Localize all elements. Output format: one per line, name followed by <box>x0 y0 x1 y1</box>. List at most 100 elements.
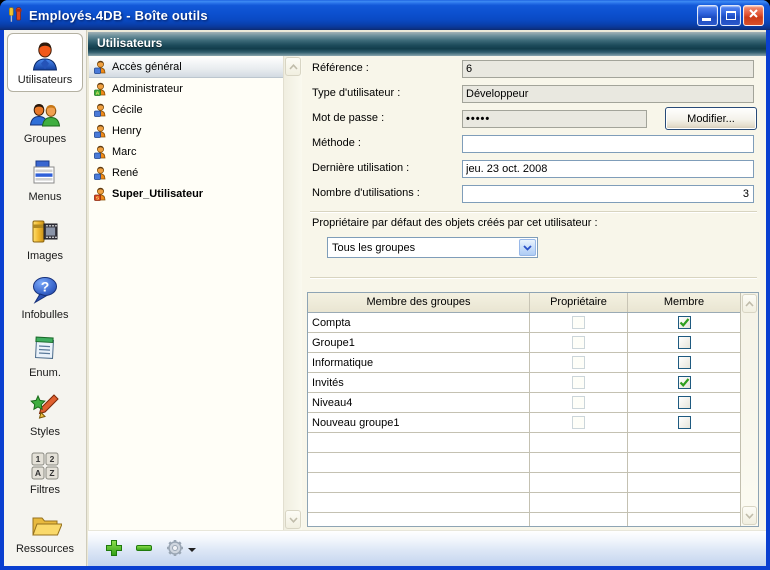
svg-text:A: A <box>96 90 100 95</box>
owner-combobox-value: Tous les groupes <box>328 242 518 254</box>
membre-checkbox[interactable] <box>678 396 691 409</box>
user-list-scrollbar[interactable] <box>283 56 302 530</box>
user-icon <box>94 103 107 117</box>
images-icon <box>28 214 62 250</box>
proprietaire-checkbox[interactable] <box>572 356 585 369</box>
proprietaire-cell <box>530 433 628 452</box>
scroll-up-button[interactable] <box>742 294 757 313</box>
user-list-item-acces-general[interactable]: Accès général <box>89 57 283 78</box>
membre-checkbox[interactable] <box>678 356 691 369</box>
proprietaire-cell <box>530 333 628 352</box>
user-list-item-rene[interactable]: René <box>89 162 283 183</box>
scroll-up-button[interactable] <box>285 57 301 76</box>
groups-table-header: Membre des groupesPropriétaireMembre <box>308 293 740 313</box>
tooltip-icon: ? <box>28 273 62 309</box>
sidebar-item-label: Groupes <box>24 133 66 145</box>
group-row-invites[interactable]: Invités <box>308 373 740 393</box>
svg-text:2: 2 <box>50 454 55 464</box>
group-row-niveau4[interactable]: Niveau4 <box>308 393 740 413</box>
group-row-groupe1[interactable]: Groupe1 <box>308 333 740 353</box>
user-type-input[interactable] <box>462 85 754 103</box>
user-name: René <box>112 167 138 179</box>
groups-icon <box>28 97 62 133</box>
sidebar-item-styles[interactable]: Styles <box>7 384 83 443</box>
modify-password-button[interactable]: Modifier... <box>665 107 757 130</box>
method-input[interactable] <box>462 135 754 153</box>
actions-menu-button[interactable] <box>162 539 198 559</box>
membre-cell <box>628 333 740 352</box>
group-name-cell: Compta <box>308 313 530 332</box>
sidebar-item-label: Menus <box>28 191 61 203</box>
user-name: Marc <box>112 146 136 158</box>
group-row-informatique[interactable]: Informatique <box>308 353 740 373</box>
user-name: Accès général <box>112 61 182 73</box>
maximize-button[interactable] <box>720 5 741 26</box>
password-input[interactable] <box>462 110 647 128</box>
membre-cell <box>628 453 740 472</box>
group-row-nouveau-groupe1[interactable]: Nouveau groupe1 <box>308 413 740 433</box>
scroll-down-button[interactable] <box>285 510 301 529</box>
proprietaire-checkbox[interactable] <box>572 316 585 329</box>
sidebar-item-utilisateurs[interactable]: Utilisateurs <box>7 33 83 92</box>
reference-input[interactable] <box>462 60 754 78</box>
sidebar-item-enum[interactable]: Enum. <box>7 326 83 385</box>
group-name-cell <box>308 433 530 452</box>
proprietaire-cell <box>530 373 628 392</box>
proprietaire-checkbox[interactable] <box>572 376 585 389</box>
group-name: Informatique <box>312 357 373 369</box>
sidebar-item-ressources[interactable]: Ressources <box>7 502 83 561</box>
remove-user-button[interactable] <box>134 539 154 559</box>
app-window: Employés.4DB - Boîte outils Utilisateurs… <box>0 0 770 570</box>
membre-cell <box>628 493 740 512</box>
sidebar-item-label: Styles <box>30 426 60 438</box>
minimize-button[interactable] <box>697 5 718 26</box>
minus-icon <box>134 538 154 561</box>
group-name-cell <box>308 493 530 512</box>
proprietaire-cell <box>530 393 628 412</box>
proprietaire-checkbox[interactable] <box>572 336 585 349</box>
group-name-cell <box>308 513 530 527</box>
group-row-compta[interactable]: Compta <box>308 313 740 333</box>
add-user-button[interactable] <box>104 539 124 559</box>
gear-icon <box>165 538 185 561</box>
filters-icon: 12AZ <box>28 448 62 484</box>
proprietaire-checkbox[interactable] <box>572 396 585 409</box>
sidebar-item-label: Utilisateurs <box>18 74 72 86</box>
sidebar-item-images[interactable]: Images <box>7 209 83 268</box>
svg-text:?: ? <box>41 278 50 294</box>
user-list-item-henry[interactable]: Henry <box>89 120 283 141</box>
user-list-item-cecile[interactable]: Cécile <box>89 99 283 120</box>
proprietaire-cell <box>530 493 628 512</box>
membre-cell <box>628 353 740 372</box>
proprietaire-checkbox[interactable] <box>572 416 585 429</box>
window-title: Employés.4DB - Boîte outils <box>29 8 208 23</box>
user-list-item-administrateur[interactable]: AAdministrateur <box>89 78 283 99</box>
membre-checkbox[interactable] <box>678 336 691 349</box>
sidebar-item-menus[interactable]: Menus <box>7 150 83 209</box>
membre-checkbox[interactable] <box>678 376 691 389</box>
membre-checkbox[interactable] <box>678 416 691 429</box>
use-count-input[interactable] <box>462 185 754 203</box>
sidebar-item-filtres[interactable]: 12AZFiltres <box>7 443 83 502</box>
sidebar: Utilisateurs Groupes Menus Images?Infobulle… <box>4 30 87 566</box>
groups-table-scrollbar[interactable] <box>740 293 758 526</box>
sidebar-item-infobulles[interactable]: ?Infobulles <box>7 267 83 326</box>
close-button[interactable] <box>743 5 764 26</box>
last-use-input[interactable] <box>462 160 754 178</box>
group-row-empty <box>308 433 740 453</box>
svg-text:Z: Z <box>49 468 54 478</box>
reference-label: Référence : <box>312 62 369 74</box>
user-detail-panel: Référence : Type d'utilisateur : Mot de … <box>302 56 766 530</box>
groups-table: Membre des groupesPropriétaireMembre Com… <box>307 292 759 527</box>
user-list-item-super-utilisateur[interactable]: SSuper_Utilisateur <box>89 183 283 204</box>
field-row-reference: Référence : <box>312 60 754 80</box>
minimize-icon <box>702 18 711 21</box>
user-list-item-marc[interactable]: Marc <box>89 141 283 162</box>
owner-combobox[interactable]: Tous les groupes <box>327 237 538 258</box>
group-row-empty <box>308 513 740 527</box>
group-name-cell: Invités <box>308 373 530 392</box>
scroll-down-button[interactable] <box>742 506 757 525</box>
sidebar-item-groupes[interactable]: Groupes <box>7 92 83 151</box>
owner-section-label: Propriétaire par défaut des objets créés… <box>312 217 598 229</box>
membre-checkbox[interactable] <box>678 316 691 329</box>
